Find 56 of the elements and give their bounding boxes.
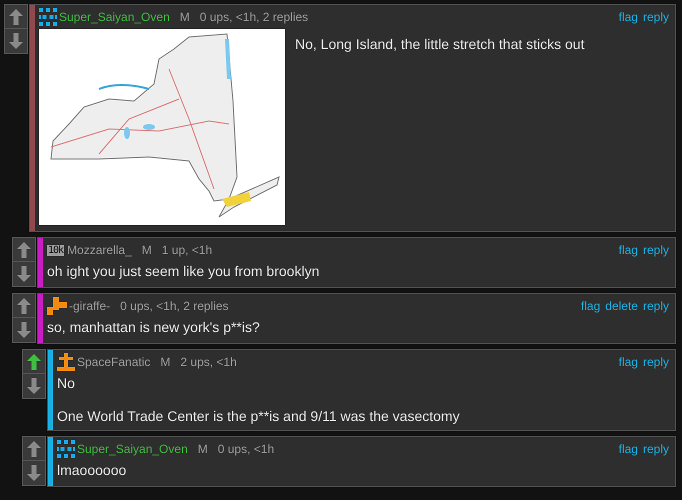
up-arrow-icon: [27, 354, 41, 370]
comment-text: oh ight you just seem like you from brooklyn: [47, 262, 320, 281]
gender-label: M: [180, 10, 190, 24]
upvote-button[interactable]: [4, 4, 28, 29]
comment-meta: 0 ups, <1h, 2 replies: [120, 299, 229, 313]
action-link[interactable]: reply: [642, 243, 669, 257]
action-link[interactable]: reply: [642, 10, 669, 24]
downvote-button[interactable]: [12, 262, 36, 287]
down-arrow-icon: [9, 33, 23, 49]
gender-label: M: [160, 355, 170, 369]
up-arrow-icon: [27, 440, 41, 456]
action-link[interactable]: reply: [642, 355, 669, 369]
gender-label: M: [142, 243, 152, 257]
up-arrow-icon: [17, 298, 31, 314]
comment-meta: 0 ups, <1h, 2 replies: [200, 10, 308, 24]
down-arrow-icon: [27, 378, 41, 394]
action-link[interactable]: delete: [605, 299, 638, 313]
action-link[interactable]: flag: [580, 299, 600, 313]
downvote-button[interactable]: [4, 29, 28, 54]
comment-text: lmaoooooo: [57, 461, 128, 480]
avatar-icon: [57, 440, 75, 458]
up-arrow-icon: [17, 242, 31, 258]
action-link[interactable]: reply: [642, 299, 669, 313]
action-link[interactable]: flag: [618, 243, 638, 257]
comment-text: One World Trade Center is the p**is and 9/11 was the vasectomy: [57, 407, 461, 426]
comment-meta: 2 ups, <1h: [180, 355, 237, 369]
avatar-icon: [57, 353, 75, 371]
username-link[interactable]: SpaceFanatic: [77, 355, 150, 369]
down-arrow-icon: [17, 322, 31, 338]
comment-meta: 1 up, <1h: [162, 243, 212, 257]
avatar-icon: [39, 8, 57, 26]
downvote-button[interactable]: [22, 461, 46, 486]
comment-meta: 0 ups, <1h: [218, 442, 274, 456]
comment-text: No: [57, 374, 76, 393]
comment-text: so, manhattan is new york's p**is?: [47, 318, 261, 337]
username-link[interactable]: Super_Saiyan_Oven: [59, 10, 170, 24]
comment-text: No, Long Island, the little stretch that sticks out: [295, 35, 586, 54]
upvote-button[interactable]: [22, 436, 46, 461]
avatar-icon: [47, 297, 67, 315]
username-link[interactable]: -giraffe-: [69, 299, 110, 313]
action-link[interactable]: flag: [618, 442, 638, 456]
downvote-button[interactable]: [22, 374, 46, 399]
down-arrow-icon: [17, 266, 31, 282]
action-link[interactable]: reply: [642, 442, 669, 456]
upvote-button[interactable]: [22, 349, 46, 374]
upvote-button[interactable]: [12, 237, 36, 262]
action-link[interactable]: flag: [618, 10, 638, 24]
gender-label: M: [198, 442, 208, 456]
upvote-button[interactable]: [12, 293, 36, 318]
action-link[interactable]: flag: [618, 355, 638, 369]
username-link[interactable]: Mozzarella_: [67, 243, 132, 257]
downvote-button[interactable]: [12, 318, 36, 343]
username-link[interactable]: Super_Saiyan_Oven: [77, 442, 188, 456]
up-arrow-icon: [9, 8, 23, 24]
down-arrow-icon: [27, 465, 41, 481]
avatar-badge: 10k: [47, 244, 64, 256]
